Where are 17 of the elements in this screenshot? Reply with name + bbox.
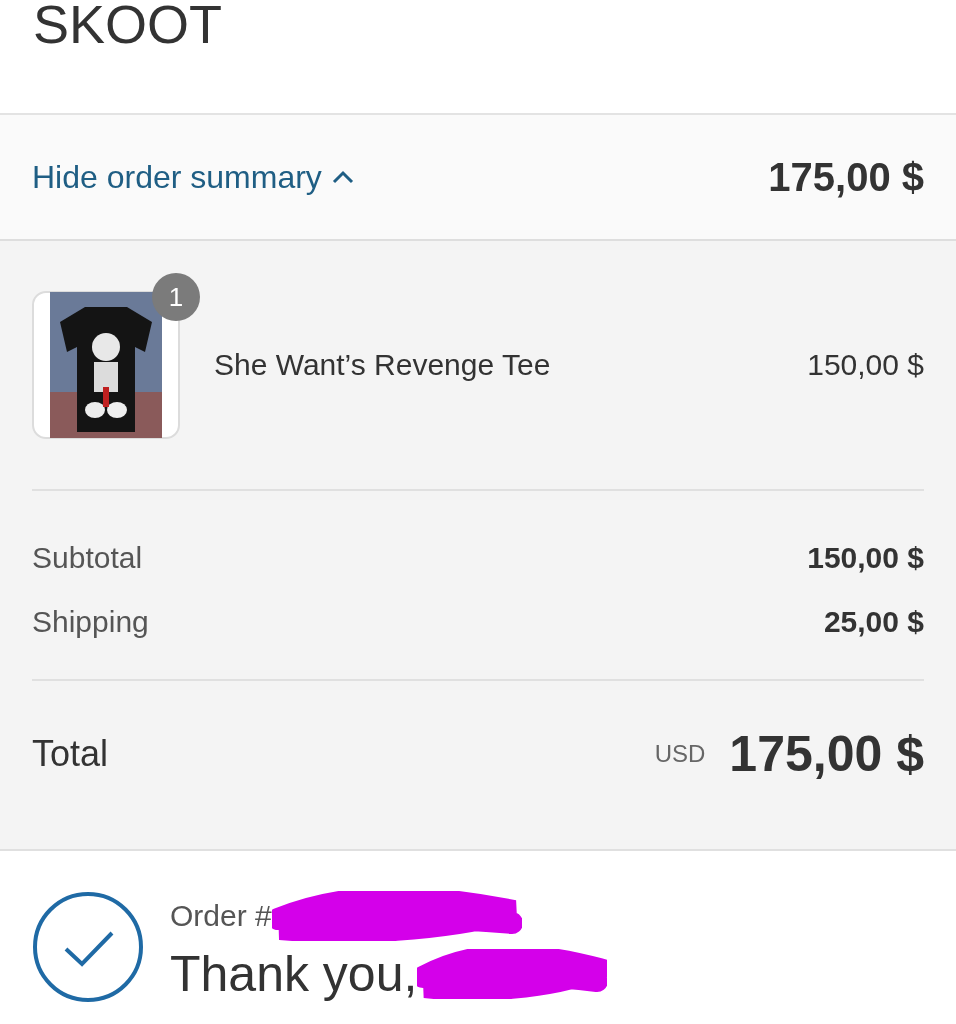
product-name: She Want’s Revenge Tee xyxy=(214,348,552,382)
quantity-badge: 1 xyxy=(152,273,200,321)
store-logo: SKOOT xyxy=(33,0,224,51)
cost-label: Shipping xyxy=(32,605,149,639)
currency-code: USD xyxy=(654,740,706,768)
cost-value: 150,00 $ xyxy=(807,541,924,575)
check-circle-icon xyxy=(32,891,144,1003)
total-value: 175,00 $ xyxy=(729,725,924,783)
order-number-label: Order # xyxy=(170,899,272,933)
caret-icon xyxy=(331,170,354,184)
cost-value: 25,00 $ xyxy=(823,605,924,639)
total-label: Total xyxy=(32,733,109,775)
cost-label: Subtotal xyxy=(32,541,143,575)
hide-summary-toggle[interactable]: Hide order summary xyxy=(32,158,354,196)
thank-you-heading: Thank you, xyxy=(170,945,418,1003)
summary-total: 175,00 $ xyxy=(768,154,924,200)
product-price: 150,00 $ xyxy=(807,348,924,382)
